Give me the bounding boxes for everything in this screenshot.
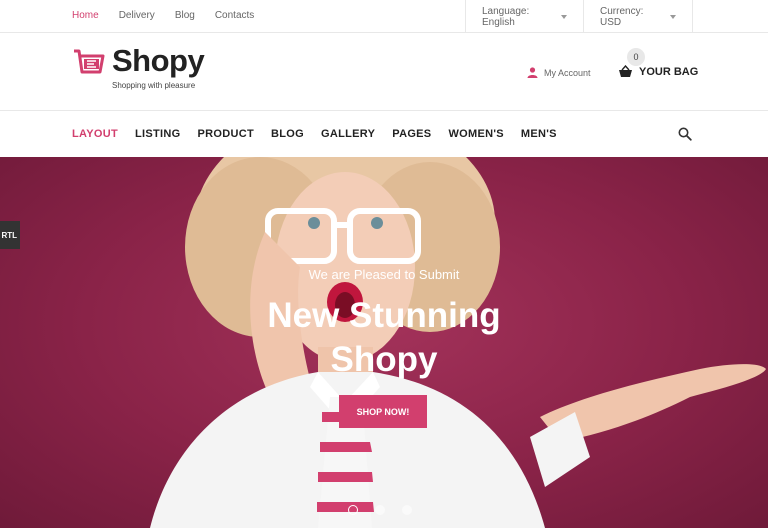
user-icon xyxy=(527,67,538,78)
hero-title: New Stunning Shopy xyxy=(234,294,534,382)
nav-item-gallery[interactable]: GALLERY xyxy=(321,128,375,140)
basket-icon xyxy=(619,65,632,77)
shop-now-button[interactable]: SHOP NOW! xyxy=(339,395,427,428)
hero-title-line-1: New Stunning xyxy=(267,296,501,335)
nav-item-listing[interactable]: LISTING xyxy=(135,128,181,140)
slider-dot-1[interactable] xyxy=(348,505,358,515)
my-account-label: My Account xyxy=(544,67,591,78)
slider-dot-2[interactable] xyxy=(375,505,385,515)
top-link-home[interactable]: Home xyxy=(72,10,99,21)
hero-subtitle: We are Pleased to Submit xyxy=(308,267,460,282)
top-link-blog[interactable]: Blog xyxy=(175,10,195,21)
your-bag-button[interactable]: YOUR BAG xyxy=(618,65,698,78)
cart-logo-icon xyxy=(74,49,105,74)
slider-dot-3[interactable] xyxy=(402,505,412,515)
slider-pagination xyxy=(348,505,412,515)
nav-item-product[interactable]: PRODUCT xyxy=(198,128,255,140)
top-nav: Home Delivery Blog Contacts xyxy=(72,10,254,21)
logo-tagline: Shopping with pleasure xyxy=(112,81,196,90)
nav-item-layout[interactable]: LAYOUT xyxy=(72,128,118,140)
hero-title-line-2: Shopy xyxy=(330,340,438,379)
bag-count-badge: 0 xyxy=(627,48,645,66)
main-nav: LAYOUT LISTING PRODUCT BLOG GALLERY PAGE… xyxy=(0,112,768,157)
nav-item-mens[interactable]: MEN'S xyxy=(521,128,557,140)
logo[interactable]: Shopy xyxy=(72,43,205,80)
nav-item-womens[interactable]: WOMEN'S xyxy=(448,128,503,140)
top-bar: Home Delivery Blog Contacts Language: En… xyxy=(0,0,768,33)
top-link-delivery[interactable]: Delivery xyxy=(119,10,155,21)
nav-item-pages[interactable]: PAGES xyxy=(392,128,431,140)
currency-label: Currency: USD xyxy=(600,5,644,28)
top-dropdowns: Language: English Currency: USD xyxy=(465,0,693,33)
currency-dropdown[interactable]: Currency: USD xyxy=(583,0,693,33)
language-label: Language: English xyxy=(482,5,530,28)
language-dropdown[interactable]: Language: English xyxy=(465,0,583,33)
my-account-link[interactable]: My Account xyxy=(527,67,591,78)
top-link-contacts[interactable]: Contacts xyxy=(215,10,254,21)
chevron-down-icon xyxy=(670,14,676,19)
search-icon[interactable] xyxy=(678,127,692,141)
chevron-down-icon xyxy=(561,14,567,19)
main-nav-list: LAYOUT LISTING PRODUCT BLOG GALLERY PAGE… xyxy=(72,128,557,140)
logo-text: Shopy xyxy=(112,43,205,78)
rtl-toggle-button[interactable]: RTL xyxy=(0,221,20,249)
nav-item-blog[interactable]: BLOG xyxy=(271,128,304,140)
your-bag-label: YOUR BAG xyxy=(639,65,699,78)
site-header: Shopy Shopping with pleasure My Account … xyxy=(0,33,768,111)
